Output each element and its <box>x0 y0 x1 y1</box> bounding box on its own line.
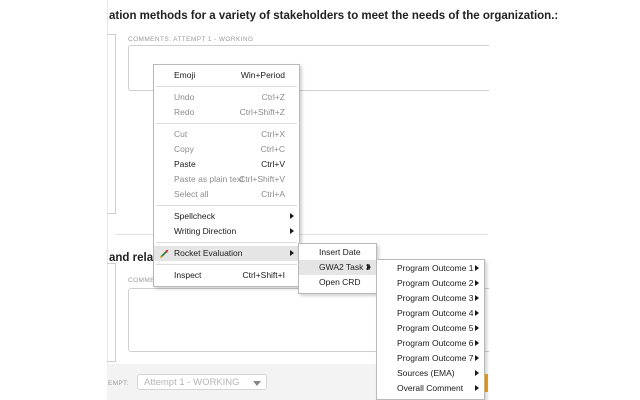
chevron-right-icon <box>290 228 294 234</box>
comments-label-attempt-1: COMMENTS: ATTEMPT 1 - WORKING <box>128 36 254 43</box>
attempt-select[interactable]: Attempt 1 - WORKING <box>137 374 267 390</box>
menu-separator <box>156 86 297 87</box>
menu-item-paste-plain-text[interactable]: Paste as plain text Ctrl+Shift+V <box>154 172 299 187</box>
rocket-evaluation-submenu: Insert Date GWA2 Task 3 Open CRD <box>298 243 377 294</box>
menu-item-label: Undo <box>174 92 195 102</box>
menu-item-program-outcome-5[interactable]: Program Outcome 5 <box>377 321 484 336</box>
chevron-right-icon <box>475 355 479 361</box>
menu-item-program-outcome-2[interactable]: Program Outcome 2 <box>377 276 484 291</box>
menu-item-label: Program Outcome 1 <box>397 263 474 273</box>
menu-item-copy[interactable]: Copy Ctrl+C <box>154 142 299 157</box>
menu-item-label: Program Outcome 5 <box>397 323 474 333</box>
chevron-down-icon <box>253 381 261 386</box>
menu-item-shortcut: Ctrl+X <box>261 129 285 139</box>
menu-item-label: Cut <box>174 129 188 139</box>
chevron-right-icon <box>475 310 479 316</box>
menu-item-shortcut: Ctrl+V <box>261 159 285 169</box>
menu-item-shortcut: Ctrl+A <box>261 189 285 199</box>
menu-item-label: Program Outcome 6 <box>397 338 474 348</box>
chevron-right-icon <box>290 213 294 219</box>
gwa2-task-3-submenu: Program Outcome 1 Program Outcome 2 Prog… <box>376 259 485 400</box>
menu-item-label: Paste <box>174 159 196 169</box>
menu-separator <box>156 242 297 243</box>
chevron-right-icon <box>475 325 479 331</box>
section-bracket-top <box>107 34 116 214</box>
menu-item-writing-direction[interactable]: Writing Direction <box>154 224 299 239</box>
menu-item-label: Program Outcome 7 <box>397 353 474 363</box>
menu-item-program-outcome-3[interactable]: Program Outcome 3 <box>377 291 484 306</box>
menu-item-emoji[interactable]: Emoji Win+Period <box>154 68 299 83</box>
menu-item-shortcut: Ctrl+Shift+V <box>239 174 285 184</box>
menu-item-label: Select all <box>174 189 209 199</box>
menu-item-label: Copy <box>174 144 194 154</box>
menu-item-redo[interactable]: Redo Ctrl+Shift+Z <box>154 105 299 120</box>
rocket-icon <box>160 249 169 258</box>
menu-item-label: GWA2 Task 3 <box>319 262 371 272</box>
chevron-right-icon <box>475 265 479 271</box>
attempt-label: EMPT: <box>108 380 129 387</box>
menu-item-label: Program Outcome 2 <box>397 278 474 288</box>
menu-item-program-outcome-6[interactable]: Program Outcome 6 <box>377 336 484 351</box>
menu-item-overall-comment[interactable]: Overall Comment <box>377 381 484 396</box>
attempt-select-value: Attempt 1 - WORKING <box>144 377 240 388</box>
menu-item-rocket-evaluation[interactable]: Rocket Evaluation <box>154 246 299 261</box>
menu-item-label: Rocket Evaluation <box>174 248 243 258</box>
menu-item-program-outcome-4[interactable]: Program Outcome 4 <box>377 306 484 321</box>
menu-item-select-all[interactable]: Select all Ctrl+A <box>154 187 299 202</box>
menu-item-label: Inspect <box>174 270 202 280</box>
menu-item-cut[interactable]: Cut Ctrl+X <box>154 127 299 142</box>
menu-item-sources-ema[interactable]: Sources (EMA) <box>377 366 484 381</box>
menu-item-paste[interactable]: Paste Ctrl+V <box>154 157 299 172</box>
chevron-right-icon <box>475 295 479 301</box>
chevron-right-icon <box>475 280 479 286</box>
menu-item-shortcut: Win+Period <box>240 70 285 80</box>
section-bracket-bottom <box>107 263 116 362</box>
menu-item-spellcheck[interactable]: Spellcheck <box>154 209 299 224</box>
chevron-right-icon <box>475 370 479 376</box>
chevron-right-icon <box>475 385 479 391</box>
menu-item-label: Paste as plain text <box>174 174 244 184</box>
menu-item-label: Overall Comment <box>397 383 464 393</box>
menu-item-program-outcome-1[interactable]: Program Outcome 1 <box>377 261 484 276</box>
menu-item-label: Writing Direction <box>174 226 237 236</box>
menu-separator <box>156 205 297 206</box>
menu-item-label: Emoji <box>174 70 196 80</box>
menu-item-label: Program Outcome 3 <box>397 293 474 303</box>
context-menu: Emoji Win+Period Undo Ctrl+Z Redo Ctrl+S… <box>153 64 300 287</box>
menu-item-shortcut: Ctrl+Shift+Z <box>239 107 285 117</box>
menu-separator <box>156 123 297 124</box>
menu-item-undo[interactable]: Undo Ctrl+Z <box>154 90 299 105</box>
chevron-right-icon <box>290 250 294 256</box>
menu-item-shortcut: Ctrl+Z <box>261 92 285 102</box>
menu-separator <box>156 264 297 265</box>
menu-item-shortcut: Ctrl+C <box>260 144 285 154</box>
chevron-right-icon <box>475 340 479 346</box>
chevron-right-icon <box>367 264 371 270</box>
menu-item-inspect[interactable]: Inspect Ctrl+Shift+I <box>154 268 299 283</box>
menu-item-label: Sources (EMA) <box>397 368 455 378</box>
menu-item-open-crd[interactable]: Open CRD <box>299 275 376 290</box>
menu-item-insert-date[interactable]: Insert Date <box>299 245 376 260</box>
menu-item-label: Spellcheck <box>174 211 216 221</box>
menu-item-label: Program Outcome 4 <box>397 308 474 318</box>
menu-item-program-outcome-7[interactable]: Program Outcome 7 <box>377 351 484 366</box>
question-heading: ation methods for a variety of stakehold… <box>109 10 559 22</box>
menu-item-label: Insert Date <box>319 247 361 257</box>
menu-item-label: Open CRD <box>319 277 361 287</box>
menu-item-shortcut: Ctrl+Shift+I <box>242 270 285 280</box>
menu-item-gwa2-task-3[interactable]: GWA2 Task 3 <box>299 260 376 275</box>
comments-label-attempt-2: COMME <box>128 277 155 284</box>
menu-item-label: Redo <box>174 107 195 117</box>
